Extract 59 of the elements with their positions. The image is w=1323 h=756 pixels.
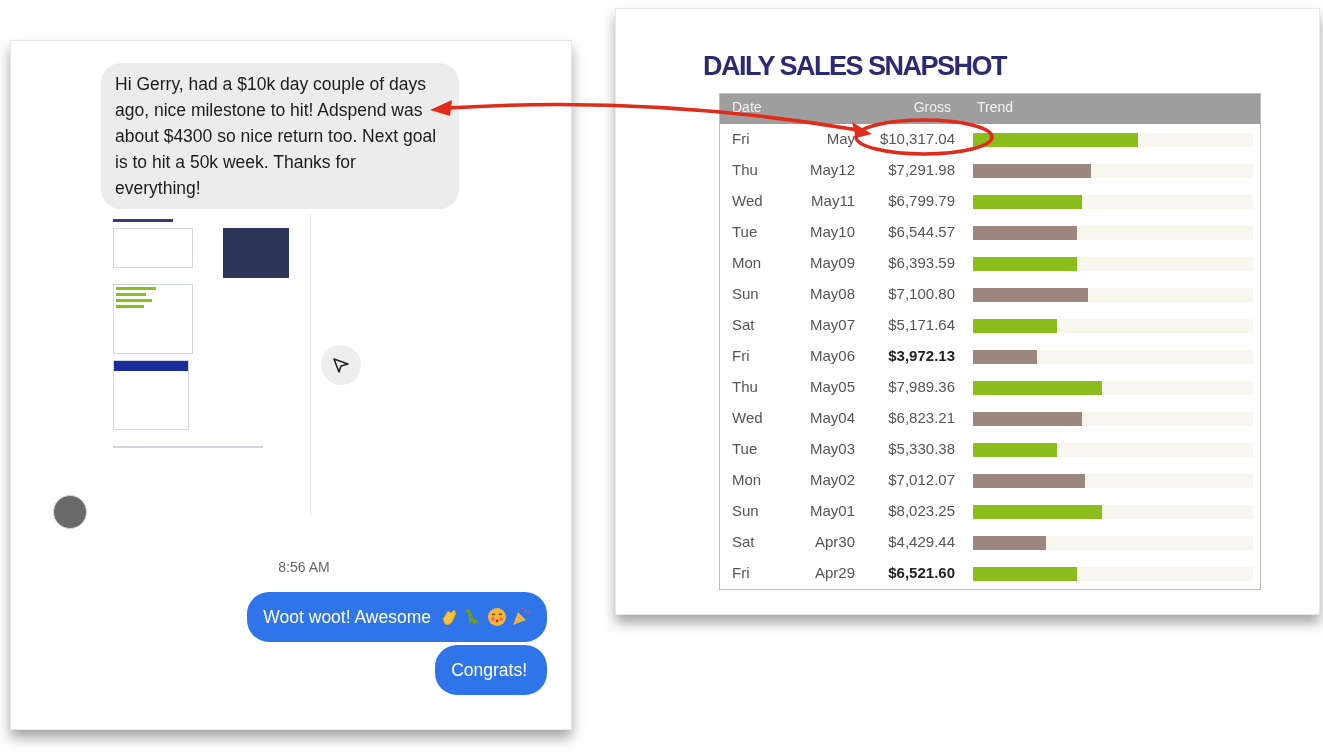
column-header: Gross (912, 98, 952, 117)
avatar (53, 495, 87, 529)
party-popper-icon (511, 607, 531, 627)
report-title: DAILY SALES SNAPSHOT (703, 50, 1008, 83)
day-cell-text: Fri (731, 563, 751, 584)
gross-cell-text: $6,521.60 (887, 563, 955, 584)
day-cell-text: Tue (731, 222, 759, 243)
gross-cell-text: $6,823.21 (887, 408, 955, 429)
message-text: Congrats! (451, 658, 527, 682)
gross-cell-text: $7,291.98 (887, 160, 955, 181)
date-cell-text: May04 (808, 408, 856, 429)
gross-cell-text: $6,544.57 (887, 222, 955, 243)
gross-cell-text: $6,799.79 (887, 191, 955, 212)
day-cell-text: Wed (731, 191, 764, 212)
day-cell-text: Mon (731, 470, 763, 491)
date-cell-text: Apr29 (813, 563, 856, 584)
day-cell-text: Fri (731, 346, 751, 367)
gross-cell-text: $4,429.44 (887, 532, 955, 553)
date-cell-text: May05 (808, 377, 856, 398)
day-cell-text: Thu (731, 377, 759, 398)
clapping-hands-icon (439, 607, 459, 627)
message-text: Woot woot! Awesome (263, 605, 431, 629)
gross-cell-text: $7,989.36 (887, 377, 955, 398)
day-cell-text: Sun (731, 501, 760, 522)
incoming-message: Hi Gerry, had a $10k day couple of days ago, nice milestone to hit! Adspend was about $4300 so nice return too. Next goal is to hit a 50k week. Thanks for everything! (101, 63, 459, 209)
date-cell-text: May08 (808, 284, 856, 305)
date-cell-text: May02 (808, 470, 856, 491)
day-cell-text: Mon (731, 253, 763, 274)
date-cell-text: May01 (808, 501, 856, 522)
day-cell-text: Sun (731, 284, 760, 305)
date-cell-text: Apr30 (813, 532, 856, 553)
send-icon (332, 356, 350, 374)
column-header: Trend (976, 98, 1014, 117)
date-cell-text: May09 (808, 253, 856, 274)
gross-cell-text: $5,330.38 (887, 439, 955, 460)
kissing-face-icon (487, 607, 507, 627)
column-header: Date (731, 98, 763, 117)
gross-cell-text: $7,100.80 (887, 284, 955, 305)
date-cell-text: May11 (810, 191, 856, 212)
gross-cell-text: $5,171.64 (887, 315, 955, 336)
gross-cell-text: $6,393.59 (887, 253, 955, 274)
day-cell-text: Thu (731, 160, 759, 181)
timestamp: 8:56 AM (278, 558, 330, 577)
gross-cell-text: $10,317.04 (878, 129, 955, 150)
date-cell-text: May (825, 129, 856, 150)
date-cell-text: May07 (808, 315, 856, 336)
day-cell-text: Sat (731, 315, 756, 336)
gross-cell-text: $8,023.25 (887, 501, 955, 522)
date-cell-text: May10 (808, 222, 856, 243)
gross-cell-text: $7,012.07 (887, 470, 955, 491)
share-button[interactable] (321, 345, 361, 385)
date-cell-text: May03 (808, 439, 856, 460)
day-cell-text: Fri (731, 129, 751, 150)
day-cell-text: Wed (731, 408, 764, 429)
date-cell-text: May12 (808, 160, 856, 181)
day-cell-text: Tue (731, 439, 759, 460)
day-cell-text: Sat (731, 532, 756, 553)
gross-cell-text: $3,972.13 (887, 346, 955, 367)
date-cell-text: May06 (808, 346, 856, 367)
